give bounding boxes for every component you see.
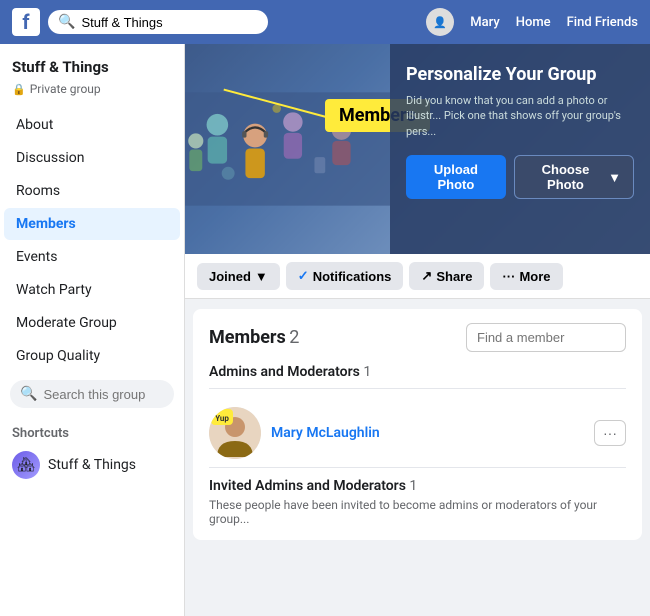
main-layout: Stuff & Things 🔒 Private group About Dis… (0, 44, 650, 616)
member-menu-button[interactable]: ··· (594, 420, 626, 446)
nav-user-name[interactable]: Mary (470, 15, 499, 30)
nav-home-link[interactable]: Home (516, 15, 551, 30)
sidebar-item-discussion[interactable]: Discussion (4, 142, 180, 174)
avatar: 👤 (426, 8, 454, 36)
share-icon: ↗ (421, 268, 432, 284)
member-name[interactable]: Mary McLaughlin (271, 425, 594, 441)
sidebar: Stuff & Things 🔒 Private group About Dis… (0, 44, 185, 616)
sidebar-item-rooms[interactable]: Rooms (4, 175, 180, 207)
members-header: Members 2 (209, 323, 626, 352)
cover-buttons: Upload Photo Choose Photo ▼ (406, 155, 634, 199)
search-icon: 🔍 (20, 386, 37, 402)
shortcut-icon: 🏘 (12, 451, 40, 479)
invited-section: Invited Admins and Moderators 1 These pe… (209, 478, 626, 526)
sidebar-item-members[interactable]: Members (4, 208, 180, 240)
shortcuts-label: Shortcuts (0, 416, 184, 445)
shortcut-label: Stuff & Things (48, 457, 136, 473)
sidebar-item-moderate-group[interactable]: Moderate Group (4, 307, 180, 339)
member-avatar-svg: Yup (209, 407, 261, 459)
sidebar-nav: About Discussion Rooms Members Events Wa… (0, 109, 184, 372)
sidebar-item-events[interactable]: Events (4, 241, 180, 273)
svg-text:Yup: Yup (215, 414, 229, 423)
avatar: Yup (209, 407, 261, 459)
joined-button[interactable]: Joined ▼ (197, 263, 280, 290)
members-count: 2 (289, 327, 299, 348)
more-button[interactable]: ··· More (490, 263, 562, 290)
more-dots-icon: ··· (502, 269, 515, 284)
shortcut-item[interactable]: 🏘 Stuff & Things (0, 445, 184, 485)
table-row: Yup Mary McLaughlin ··· (209, 399, 626, 468)
group-privacy: 🔒 Private group (0, 80, 184, 108)
sidebar-item-group-quality[interactable]: Group Quality (4, 340, 180, 372)
chevron-down-icon: ▼ (255, 269, 268, 284)
cover-description: Did you know that you can add a photo or… (406, 93, 634, 139)
sidebar-item-about[interactable]: About (4, 109, 180, 141)
cover-title: Personalize Your Group (406, 64, 597, 85)
invited-description: These people have been invited to become… (209, 498, 626, 526)
share-button[interactable]: ↗ Share (409, 262, 484, 290)
cover-right-panel: Personalize Your Group Did you know that… (390, 44, 650, 254)
admins-section-label: Admins and Moderators 1 (209, 364, 626, 389)
action-bar: Joined ▼ ✓ Notifications ↗ Share ··· Mor… (185, 254, 650, 299)
members-section: Members 2 Admins and Moderators 1 (193, 309, 642, 540)
nav-find-friends-link[interactable]: Find Friends (567, 15, 638, 30)
nav-right-section: 👤 Mary Home Find Friends (426, 8, 638, 36)
top-navigation: f 🔍 👤 Mary Home Find Friends (0, 0, 650, 44)
chevron-down-icon: ▼ (608, 170, 621, 185)
invited-label: Invited Admins and Moderators 1 (209, 478, 626, 494)
cover-area: Members Personalize Your Group Did you k… (185, 44, 650, 254)
facebook-logo: f (12, 8, 40, 36)
notifications-button[interactable]: ✓ Notifications (286, 262, 404, 290)
avatar-face: 👤 (433, 16, 447, 29)
sidebar-item-watch-party[interactable]: Watch Party (4, 274, 180, 306)
cover-illustration (185, 44, 390, 254)
sidebar-search-input[interactable] (43, 387, 164, 402)
check-icon: ✓ (298, 268, 309, 284)
find-member-input[interactable] (466, 323, 626, 352)
nav-search-input[interactable] (81, 15, 258, 30)
search-icon: 🔍 (58, 14, 75, 30)
members-title-group: Members 2 (209, 327, 299, 348)
group-name: Stuff & Things (0, 44, 184, 80)
members-title: Members (209, 327, 286, 348)
upload-photo-button[interactable]: Upload Photo (406, 155, 506, 199)
main-content: Members Personalize Your Group Did you k… (185, 44, 650, 616)
lock-icon: 🔒 (12, 83, 26, 96)
choose-photo-button[interactable]: Choose Photo ▼ (514, 155, 634, 199)
sidebar-search[interactable]: 🔍 (10, 380, 174, 408)
nav-search-box[interactable]: 🔍 (48, 10, 268, 34)
cover-svg (185, 44, 390, 254)
